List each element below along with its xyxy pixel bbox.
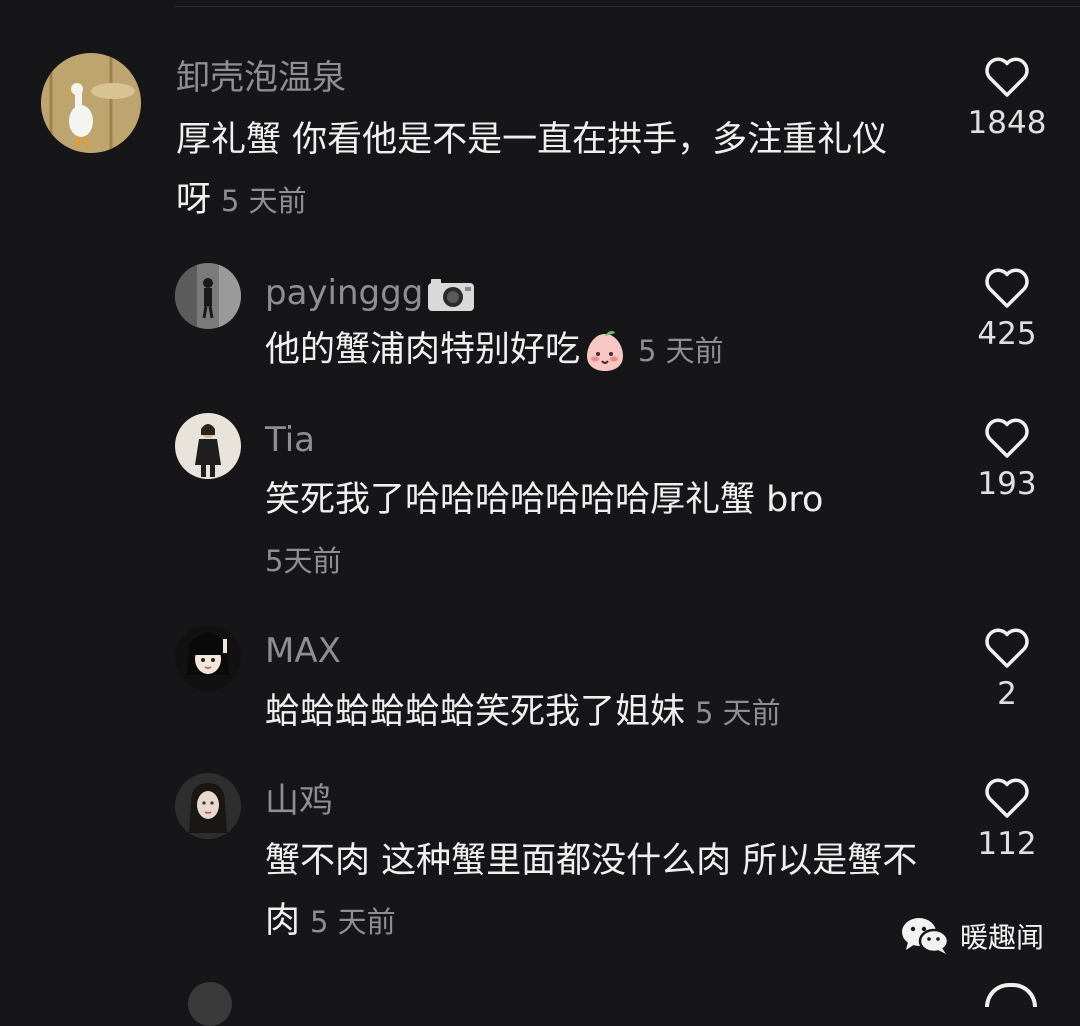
comment-body: 他的蟹浦肉特别好吃 — [265, 330, 581, 370]
comment-body: 蛤蛤蛤蛤蛤蛤笑死我了姐妹 — [265, 692, 686, 732]
heart-icon — [985, 57, 1029, 97]
heart-icon — [985, 418, 1029, 458]
like-count: 1848 — [967, 105, 1047, 141]
like-button[interactable]: 193 — [952, 417, 1062, 503]
woman-avatar-image — [175, 773, 241, 839]
top-divider — [175, 6, 1080, 7]
username[interactable]: payinggg — [265, 273, 475, 313]
username[interactable]: 卸壳泡温泉 — [176, 58, 346, 98]
like-button[interactable]: 2 — [952, 627, 1062, 713]
comment-text: 笑死我了哈哈哈哈哈哈哈厚礼蟹 bro 5天前 — [265, 470, 905, 591]
comment-body: 笑死我了哈哈哈哈哈哈哈厚礼蟹 bro — [265, 480, 824, 520]
avatar[interactable] — [188, 982, 232, 1026]
username[interactable]: MAX — [265, 631, 341, 671]
timestamp: 5 天前 — [695, 696, 781, 730]
person-avatar-image — [175, 263, 241, 329]
like-count: 193 — [977, 466, 1037, 502]
heart-icon — [985, 268, 1029, 308]
watermark: 暖趣闻 — [900, 916, 1044, 956]
like-count: 2 — [997, 676, 1017, 712]
heart-icon — [985, 628, 1029, 668]
timestamp: 5天前 — [265, 544, 342, 578]
camera-icon — [428, 278, 475, 311]
comment-text: 蟹不肉 这种蟹里面都没什么肉 所以是蟹不肉 5 天前 — [265, 831, 925, 952]
avatar[interactable] — [175, 413, 241, 479]
wechat-icon — [901, 918, 950, 954]
timestamp: 5 天前 — [221, 184, 307, 218]
watermark-label: 暖趣闻 — [959, 921, 1044, 954]
heart-icon[interactable] — [985, 983, 1037, 1007]
avatar[interactable] — [175, 625, 241, 691]
comment-text: 蛤蛤蛤蛤蛤蛤笑死我了姐妹 5 天前 — [265, 682, 925, 743]
girl-avatar-image — [175, 413, 241, 479]
like-button[interactable]: 112 — [952, 777, 1062, 863]
avatar[interactable] — [175, 773, 241, 839]
avatar[interactable] — [41, 53, 141, 153]
goose-avatar-image — [41, 53, 141, 153]
shy-peach-emoji — [587, 331, 624, 371]
like-button[interactable]: 425 — [952, 267, 1062, 353]
timestamp: 5 天前 — [638, 334, 724, 368]
comment-text: 厚礼蟹 你看他是不是一直在拱手，多注重礼仪呀 5 天前 — [176, 110, 916, 231]
anime-avatar-image — [175, 625, 241, 691]
like-button[interactable]: 1848 — [952, 56, 1062, 142]
like-count: 112 — [977, 826, 1037, 862]
avatar[interactable] — [175, 263, 241, 329]
heart-icon — [985, 778, 1029, 818]
like-count: 425 — [977, 316, 1037, 352]
username-text: payinggg — [265, 273, 424, 313]
comment-text: 他的蟹浦肉特别好吃 5 天前 — [265, 320, 925, 381]
username[interactable]: Tia — [265, 420, 315, 460]
username[interactable]: 山鸡 — [265, 781, 333, 821]
timestamp: 5 天前 — [310, 905, 396, 939]
